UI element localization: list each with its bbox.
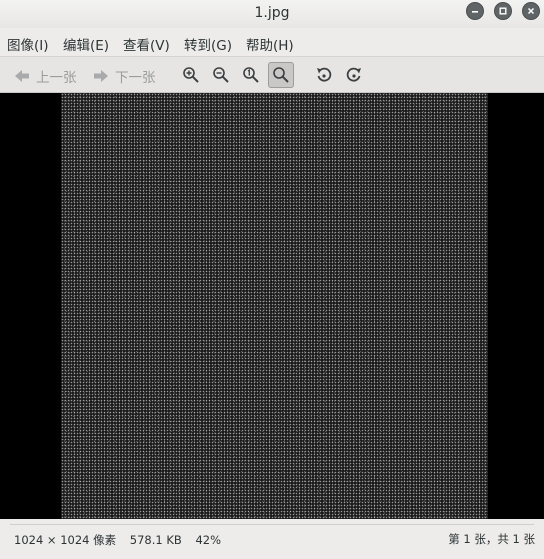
next-image-button[interactable]: 下一张 xyxy=(93,66,156,86)
maximize-button[interactable] xyxy=(494,2,512,20)
rotate-right-icon xyxy=(346,67,361,82)
menu-edit[interactable]: 编辑(E) xyxy=(63,34,109,54)
file-size: 578.1 KB xyxy=(129,533,182,547)
arrow-right-icon xyxy=(94,70,108,82)
zoom-level: 42% xyxy=(195,533,222,547)
menu-view[interactable]: 查看(V) xyxy=(123,34,170,54)
zoom-in-icon xyxy=(183,67,199,83)
image-viewer-window: 1.jpg 图像(I) 编辑(E) 查看(V) 转到(G) 帮助(H) 上一张 xyxy=(0,0,544,559)
minimize-button[interactable] xyxy=(466,2,484,20)
arrow-left-icon xyxy=(15,70,29,82)
zoom-normal-icon xyxy=(243,67,259,83)
menu-go[interactable]: 转到(G) xyxy=(184,34,232,54)
status-bar: 1024 × 1024 像素 578.1 KB 42% 第 1 张，共 1 张 xyxy=(0,519,544,559)
image-position: 第 1 张，共 1 张 xyxy=(448,532,535,546)
previous-image-button[interactable]: 上一张 xyxy=(14,66,77,86)
zoom-fit-button[interactable] xyxy=(268,62,294,88)
previous-image-label: 上一张 xyxy=(36,70,77,86)
minimize-icon xyxy=(472,11,478,13)
menu-bar: 图像(I) 编辑(E) 查看(V) 转到(G) 帮助(H) xyxy=(0,28,544,57)
image-view[interactable] xyxy=(0,93,544,519)
maximize-icon xyxy=(499,7,507,15)
window-title: 1.jpg xyxy=(254,5,290,21)
close-icon xyxy=(527,7,535,15)
next-image-label: 下一张 xyxy=(115,70,156,86)
zoom-fit-icon xyxy=(273,67,289,83)
zoom-out-button[interactable] xyxy=(208,62,234,88)
title-bar[interactable]: 1.jpg xyxy=(0,0,544,28)
zoom-in-button[interactable] xyxy=(178,62,204,88)
toolbar: 上一张 下一张 xyxy=(0,57,544,93)
rotate-right-button[interactable] xyxy=(341,62,367,88)
status-separator xyxy=(10,524,534,525)
image-dimensions: 1024 × 1024 像素 xyxy=(14,533,117,547)
rotate-left-icon xyxy=(317,67,332,82)
menu-image[interactable]: 图像(I) xyxy=(7,34,49,54)
displayed-image[interactable] xyxy=(61,93,488,519)
zoom-out-icon xyxy=(213,67,229,83)
rotate-left-button[interactable] xyxy=(311,62,337,88)
menu-help[interactable]: 帮助(H) xyxy=(246,34,294,54)
image-info: 1024 × 1024 像素 578.1 KB 42% xyxy=(14,532,231,548)
zoom-normal-button[interactable] xyxy=(238,62,264,88)
close-button[interactable] xyxy=(522,2,540,20)
